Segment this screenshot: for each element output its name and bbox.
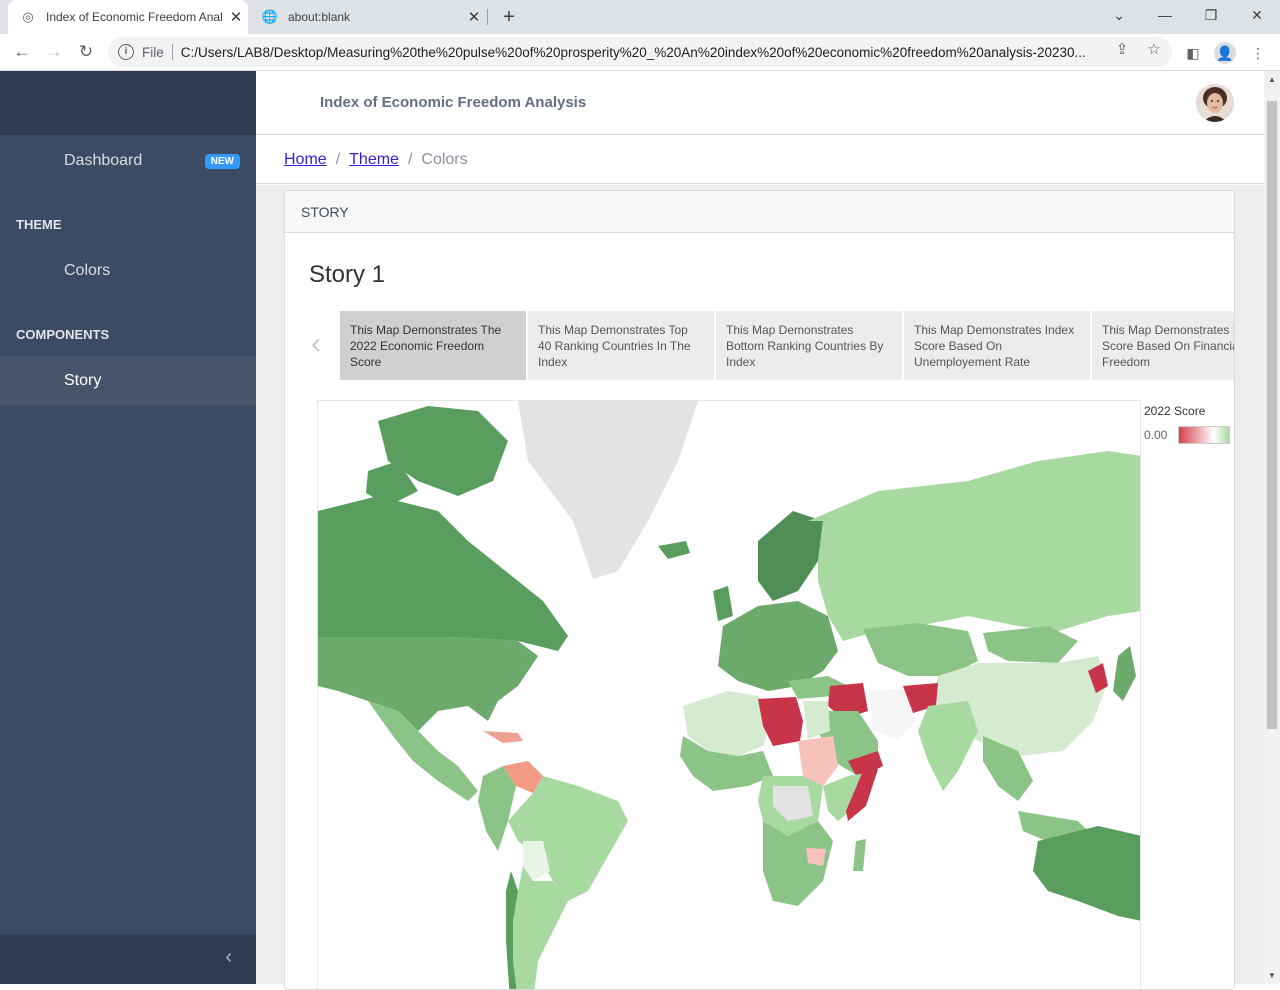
profile-icon[interactable]: 👤 (1214, 42, 1236, 64)
legend-title: 2022 Score (1144, 404, 1206, 418)
side-panel-icon[interactable]: ◧ (1182, 42, 1204, 64)
scroll-up-icon[interactable]: ▲ (1264, 75, 1280, 84)
page-scrollbar[interactable]: ▲ ▼ (1264, 71, 1280, 984)
sidebar-item-dashboard[interactable]: Dashboard NEW (0, 136, 256, 186)
breadcrumb: Home / Theme / Colors (256, 136, 1264, 184)
window-close-icon[interactable]: ✕ (1234, 0, 1280, 30)
minimize-icon[interactable]: — (1142, 0, 1188, 30)
address-bar[interactable]: i File C:/Users/LAB8/Desktop/Measuring%2… (108, 37, 1172, 67)
legend-min-value: 0.00 (1144, 428, 1168, 442)
scroll-down-icon[interactable]: ▼ (1264, 971, 1280, 980)
back-icon[interactable]: ← (8, 38, 36, 66)
separator (171, 44, 173, 60)
sidebar-item-label: Dashboard (64, 152, 143, 169)
tab-title: about:blank (288, 10, 351, 24)
sidebar-brand (0, 71, 256, 135)
share-icon[interactable]: ⇪ (1110, 38, 1134, 62)
breadcrumb-separator: / (335, 150, 341, 168)
forward-icon[interactable]: → (40, 38, 68, 66)
new-badge: NEW (204, 154, 240, 169)
story-point-4[interactable]: This Map Demonstrates Index Score Based … (904, 311, 1090, 380)
close-icon[interactable]: ✕ (224, 8, 248, 26)
star-icon[interactable]: ☆ (1142, 38, 1166, 62)
legend-color-ramp[interactable] (1178, 426, 1230, 444)
url-text[interactable]: C:/Users/LAB8/Desktop/Measuring%20the%20… (181, 45, 1111, 60)
story-card: STORY Story 1 ‹ This Map Demonstrates Th… (284, 190, 1235, 990)
new-tab-icon[interactable]: + (496, 4, 522, 30)
legend-row: 0.00 (1144, 426, 1234, 444)
story-point-5[interactable]: This Map Demonstrates Index Score Based … (1092, 311, 1234, 380)
chevron-left-icon[interactable]: ‹ (311, 327, 321, 361)
story-point-2[interactable]: This Map Demonstrates Top 40 Ranking Cou… (528, 311, 714, 380)
close-icon[interactable]: ✕ (462, 8, 486, 26)
breadcrumb-separator: / (407, 150, 413, 168)
card-header: STORY (285, 191, 1234, 233)
browser-tab-bar: ◎ Index of Economic Freedom Anal ✕ 🌐 abo… (0, 0, 1280, 34)
browser-tab-inactive[interactable]: 🌐 about:blank ✕ (250, 0, 486, 34)
map-legend: 2022 Score 0.00 (1144, 404, 1234, 444)
story-title: Story 1 (309, 261, 386, 288)
menu-icon[interactable]: ⋮ (1247, 42, 1269, 64)
info-icon[interactable]: i (118, 44, 134, 60)
sidebar-item-label: Colors (64, 262, 111, 279)
browser-tab-active[interactable]: ◎ Index of Economic Freedom Anal ✕ (8, 0, 248, 34)
tableau-icon: ◎ (22, 9, 34, 24)
sidebar-item-label: Story (64, 372, 102, 389)
story-point-1[interactable]: This Map Demonstrates The 2022 Economic … (340, 311, 526, 380)
avatar[interactable] (1196, 84, 1234, 122)
sidebar-item-story[interactable]: Story (0, 356, 256, 406)
chevron-left-icon: ‹ (225, 946, 232, 968)
page-title: Index of Economic Freedom Analysis (320, 94, 587, 111)
nav-section-components: COMPONENTS (16, 327, 110, 342)
chevron-down-icon[interactable]: ⌄ (1096, 0, 1142, 30)
sidebar: Dashboard NEW THEME Colors COMPONENTS St… (0, 71, 256, 984)
header: Index of Economic Freedom Analysis (256, 71, 1264, 135)
world-map[interactable] (317, 400, 1141, 989)
breadcrumb-home[interactable]: Home (284, 151, 327, 169)
avatar-image (1196, 84, 1234, 122)
browser-toolbar: ← → ↻ i File C:/Users/LAB8/Desktop/Measu… (0, 34, 1280, 71)
reload-icon[interactable]: ↻ (72, 38, 100, 66)
sidebar-item-colors[interactable]: Colors (0, 246, 256, 296)
tab-title: Index of Economic Freedom Anal (46, 10, 223, 24)
sidebar-minimizer[interactable]: ‹ (0, 934, 256, 984)
tab-separator (487, 9, 488, 25)
story-point-3[interactable]: This Map Demonstrates Bottom Ranking Cou… (716, 311, 902, 380)
breadcrumb-current: Colors (421, 150, 468, 168)
choropleth-map (318, 401, 1140, 989)
scroll-thumb[interactable] (1267, 101, 1277, 729)
globe-icon: 🌐 (261, 9, 279, 24)
restore-icon[interactable]: ❐ (1188, 0, 1234, 30)
breadcrumb-theme[interactable]: Theme (349, 151, 399, 169)
file-label: File (142, 44, 164, 60)
nav-section-theme: THEME (16, 217, 62, 232)
